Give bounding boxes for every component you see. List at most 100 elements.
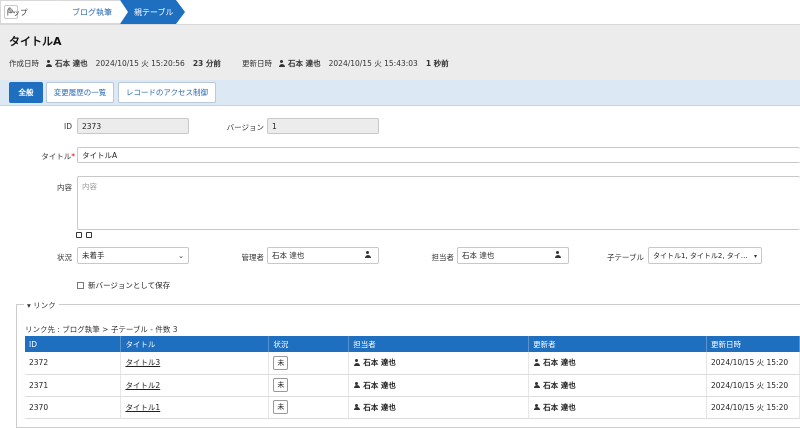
column-header[interactable]: 担当者 <box>348 336 530 352</box>
owner-cell: 石本 達也 <box>353 402 528 413</box>
save-new-version[interactable]: 新バージョンとして保存 <box>77 280 170 291</box>
tab-access-control[interactable]: レコードのアクセス制御 <box>118 82 216 103</box>
table-row[interactable]: 2372 タイトル3 未 石本 達也 石本 達也 2024/10/15 火 15… <box>25 352 800 375</box>
child-table-value: タイトル1, タイトル2, タイ… <box>653 251 748 260</box>
updater-cell: 石本 達也 <box>533 357 706 368</box>
cell-updated: 2024/10/15 火 15:20 <box>706 396 800 419</box>
updater-cell: 石本 達也 <box>533 380 706 391</box>
required-mark: * <box>71 152 75 161</box>
user-icon <box>278 60 285 67</box>
user-icon <box>533 403 540 411</box>
updated-timestamp: 2024/10/15 火 15:43:03 <box>328 59 418 68</box>
manager-label: 管理者 <box>241 253 265 262</box>
updater-name[interactable]: 石本 達也 <box>543 357 576 368</box>
title-input[interactable]: タイトルA <box>77 147 800 163</box>
cell-id: 2370 <box>25 396 122 419</box>
owner-name[interactable]: 石本 達也 <box>363 380 396 391</box>
column-header[interactable]: ID <box>25 336 122 352</box>
title-value: タイトルA <box>82 150 118 160</box>
column-header[interactable]: タイトル <box>120 336 270 352</box>
updated-label: 更新日時 <box>242 59 272 68</box>
body-textarea[interactable]: 内容 <box>77 176 800 230</box>
tab-history[interactable]: 変更履歴の一覧 <box>46 82 114 103</box>
owner-name[interactable]: 石本 達也 <box>363 402 396 413</box>
owner-cell: 石本 達也 <box>353 380 528 391</box>
id-label: ID <box>64 122 72 131</box>
user-icon <box>353 381 360 389</box>
table-row[interactable]: 2370 タイトル1 未 石本 達也 石本 達也 2024/10/15 火 15… <box>25 396 800 419</box>
body-placeholder: 内容 <box>82 182 97 191</box>
version-field: 1 <box>267 118 379 134</box>
links-table: ID タイトル 状況 担当者 更新者 更新日時 2372 タイトル3 未 石本 … <box>25 336 800 419</box>
breadcrumb-current-label: 親テーブル <box>134 7 174 17</box>
id-value: 2373 <box>82 121 102 131</box>
status-value: 未着手 <box>82 251 105 260</box>
links-caption: リンク先 : ブログ執筆 > 子テーブル - 件数 3 <box>25 325 178 334</box>
tab-bar: 全般 変更履歴の一覧 レコードのアクセス制御 <box>0 80 800 106</box>
updated-ago: 1 秒前 <box>425 59 449 68</box>
status-select[interactable]: 未着手 ⌄ <box>77 247 189 264</box>
updater-name[interactable]: 石本 達也 <box>543 380 576 391</box>
manager-value: 石本 達也 <box>272 251 305 260</box>
tab-general[interactable]: 全般 <box>9 82 43 103</box>
owner-field[interactable]: 石本 達也 <box>457 247 569 264</box>
owner-name[interactable]: 石本 達也 <box>363 357 396 368</box>
chevron-down-icon: ⌄ <box>178 252 184 260</box>
triangle-down-icon: ▾ <box>753 253 757 260</box>
body-label: 内容 <box>57 183 72 192</box>
page-title: タイトルA <box>9 35 62 48</box>
title-link[interactable]: タイトル3 <box>125 358 160 367</box>
user-icon <box>533 359 540 366</box>
image-icon[interactable] <box>76 232 82 238</box>
version-label: バージョン <box>226 123 264 132</box>
user-icon <box>353 359 360 366</box>
owner-label: 担当者 <box>431 253 455 262</box>
column-header[interactable]: 状況 <box>268 336 350 352</box>
title-link[interactable]: タイトル2 <box>125 381 160 390</box>
updater-name[interactable]: 石本 達也 <box>543 402 576 413</box>
user-icon[interactable] <box>554 251 561 258</box>
created-label: 作成日時 <box>9 59 39 68</box>
id-field: 2373 <box>77 118 189 134</box>
breadcrumb-current: 親テーブル <box>120 0 192 24</box>
editor-tools <box>76 232 92 238</box>
status-label: 状況 <box>57 253 72 262</box>
links-legend[interactable]: ▾ リンク <box>24 300 59 311</box>
updated-user[interactable]: 石本 達也 <box>288 58 321 69</box>
title-label-text: タイトル <box>41 152 72 161</box>
column-header[interactable]: 更新日時 <box>706 336 800 352</box>
attachment-icon[interactable] <box>86 232 92 238</box>
manager-field[interactable]: 石本 達也 <box>267 247 379 264</box>
created-info: 作成日時 石本 達也 2024/10/15 火 15:20:56 23 分前 <box>9 58 221 69</box>
breadcrumb-home-label: トップ <box>5 7 28 17</box>
status-badge: 未 <box>273 400 289 414</box>
checkbox[interactable] <box>77 282 84 289</box>
user-icon <box>533 381 540 389</box>
record-header: タイトルA 作成日時 石本 達也 2024/10/15 火 15:20:56 2… <box>0 24 800 80</box>
status-badge: 未 <box>273 378 289 392</box>
cell-id: 2372 <box>25 352 122 375</box>
save-new-version-label: 新バージョンとして保存 <box>88 281 171 290</box>
updated-info: 更新日時 石本 達也 2024/10/15 火 15:43:03 1 秒前 <box>242 58 449 69</box>
created-user[interactable]: 石本 達也 <box>55 58 88 69</box>
cell-updated: 2024/10/15 火 15:20 <box>706 374 800 397</box>
cell-id: 2371 <box>25 374 122 397</box>
updater-cell: 石本 達也 <box>533 402 706 413</box>
table-row[interactable]: 2371 タイトル2 未 石本 達也 石本 達也 2024/10/15 火 15… <box>25 374 800 397</box>
breadcrumb-site-label: ブログ執筆 <box>72 7 112 17</box>
child-table-label: 子テーブル <box>606 253 644 262</box>
table-header-row: ID タイトル 状況 担当者 更新者 更新日時 <box>25 336 800 352</box>
created-ago: 23 分前 <box>192 59 221 68</box>
breadcrumb-home[interactable]: ✎ トップ <box>0 0 60 24</box>
child-table-select[interactable]: タイトル1, タイトル2, タイ… ▾ <box>648 247 762 264</box>
user-icon[interactable] <box>364 251 371 258</box>
breadcrumb-site[interactable]: ブログ執筆 <box>58 0 122 24</box>
version-value: 1 <box>272 121 277 131</box>
owner-cell: 石本 達也 <box>353 357 528 368</box>
title-link[interactable]: タイトル1 <box>125 403 160 412</box>
status-badge: 未 <box>273 355 289 370</box>
created-timestamp: 2024/10/15 火 15:20:56 <box>95 59 185 68</box>
breadcrumb: ✎ トップ ブログ執筆 親テーブル <box>0 0 800 24</box>
owner-value: 石本 達也 <box>462 251 495 260</box>
column-header[interactable]: 更新者 <box>528 336 707 352</box>
